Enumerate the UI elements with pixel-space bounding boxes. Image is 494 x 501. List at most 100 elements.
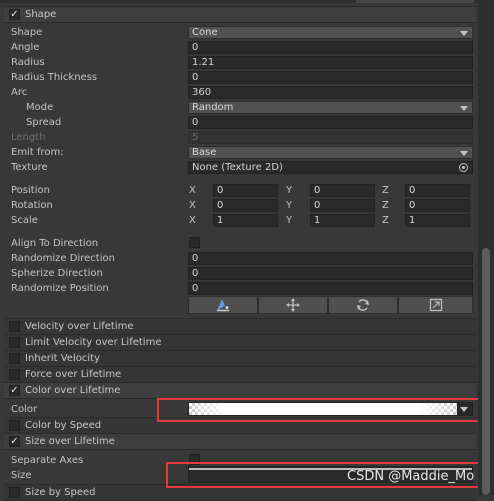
rotation-z-field[interactable]: 0 — [405, 199, 470, 212]
module-label-color: Color over Lifetime — [25, 385, 121, 396]
module-header-force-over-lifetime[interactable]: Force over Lifetime — [4, 366, 476, 383]
color-label: Color — [11, 404, 38, 415]
length-label: Length — [11, 132, 46, 143]
texture-field[interactable]: None (Texture 2D) — [188, 161, 473, 174]
align-to-direction-label: Align To Direction — [11, 238, 99, 249]
texture-label: Texture — [11, 162, 48, 173]
scale-y-value: 1 — [314, 215, 321, 226]
scale-y-field[interactable]: 1 — [310, 214, 375, 227]
rotation-x-label: X — [189, 200, 196, 211]
position-y-field[interactable]: 0 — [310, 184, 375, 197]
spherize-direction-label: Spherize Direction — [11, 268, 103, 279]
mode-dropdown[interactable]: Random — [188, 101, 473, 114]
angle-field[interactable]: 0 — [188, 41, 473, 54]
mode-value: Random — [192, 102, 234, 113]
scale-x-value: 1 — [217, 215, 224, 226]
scale-icon — [429, 298, 442, 312]
inherit-velocity-module-checkbox[interactable] — [9, 353, 20, 364]
randomize-direction-value: 0 — [192, 253, 199, 264]
rotation-y-field[interactable]: 0 — [310, 199, 375, 212]
radius-thickness-field[interactable]: 0 — [188, 71, 473, 84]
position-x-label: X — [189, 185, 196, 196]
edit-shape-button[interactable] — [188, 296, 258, 314]
shape-edit-icon — [217, 299, 229, 312]
object-picker-icon[interactable] — [459, 163, 468, 172]
emit-from-dropdown[interactable]: Base — [188, 146, 473, 159]
position-y-label: Y — [286, 185, 293, 196]
scale-tool-button[interactable] — [398, 296, 473, 314]
previous-module-edge — [356, 0, 474, 3]
rotation-label: Rotation — [11, 200, 53, 211]
length-value: 5 — [192, 132, 199, 143]
radius-value: 1.21 — [192, 57, 215, 68]
randomize-position-value: 0 — [192, 283, 199, 294]
texture-value: None (Texture 2D) — [192, 162, 283, 173]
angle-value: 0 — [192, 42, 199, 53]
rotate-tool-button[interactable] — [328, 296, 398, 314]
randomize-position-field[interactable]: 0 — [188, 282, 473, 295]
scrollbar-thumb[interactable] — [482, 248, 490, 495]
move-tool-button[interactable] — [258, 296, 328, 314]
emit-from-label: Emit from: — [11, 147, 64, 158]
rotation-y-label: Y — [286, 200, 293, 211]
rotation-z-label: Z — [382, 200, 389, 211]
shape-module-checkbox[interactable]: ✓ — [9, 9, 20, 20]
radius-thickness-value: 0 — [192, 72, 199, 83]
spherize-direction-field[interactable]: 0 — [188, 267, 473, 280]
arc-value: 360 — [192, 87, 212, 98]
separate-axes-label: Separate Axes — [11, 455, 84, 466]
spherize-direction-value: 0 — [192, 268, 199, 279]
rotation-z-value: 0 — [409, 200, 416, 211]
mode-label: Mode — [26, 102, 54, 113]
module-header-velocity-over-lifetime[interactable]: Velocity over Lifetime — [4, 318, 476, 335]
position-z-value: 0 — [409, 185, 416, 196]
module-label-limit-velocity: Limit Velocity over Lifetime — [25, 337, 162, 348]
color-module-checkbox[interactable]: ✓ — [9, 385, 20, 396]
shape-dropdown[interactable]: Cone — [188, 26, 473, 39]
position-label: Position — [11, 185, 50, 196]
module-header-inherit-velocity[interactable]: Inherit Velocity — [4, 350, 476, 367]
position-y-value: 0 — [314, 185, 321, 196]
module-label-color-by-speed: Color by Speed — [25, 420, 102, 431]
chevron-down-icon — [460, 151, 468, 156]
spread-label: Spread — [26, 117, 62, 128]
size-module-checkbox[interactable]: ✓ — [9, 436, 20, 447]
scale-x-label: X — [189, 215, 196, 226]
rotation-x-value: 0 — [217, 200, 224, 211]
spread-field[interactable]: 0 — [188, 116, 473, 129]
scale-z-field[interactable]: 1 — [405, 214, 470, 227]
vertical-scrollbar[interactable] — [478, 0, 494, 495]
module-label-size: Size over Lifetime — [25, 436, 115, 447]
chevron-down-icon — [460, 106, 468, 111]
radius-thickness-label: Radius Thickness — [11, 72, 98, 83]
emit-from-value: Base — [192, 147, 217, 158]
randomize-position-label: Randomize Position — [11, 283, 109, 294]
position-x-field[interactable]: 0 — [213, 184, 278, 197]
shape-label: Shape — [11, 27, 43, 38]
randomize-direction-field[interactable]: 0 — [188, 252, 473, 265]
module-label-inherit-velocity: Inherit Velocity — [25, 353, 100, 364]
module-header-size-over-lifetime[interactable]: ✓ Size over Lifetime — [4, 433, 476, 450]
module-header-limit-velocity[interactable]: Limit Velocity over Lifetime — [4, 334, 476, 351]
position-z-field[interactable]: 0 — [405, 184, 470, 197]
limit-velocity-module-checkbox[interactable] — [9, 337, 20, 348]
velocity-module-checkbox[interactable] — [9, 321, 20, 332]
randomize-direction-label: Randomize Direction — [11, 253, 115, 264]
arc-field[interactable]: 360 — [188, 86, 473, 99]
align-to-direction-checkbox[interactable] — [189, 237, 200, 248]
color-by-speed-module-checkbox[interactable] — [9, 420, 20, 431]
scale-x-field[interactable]: 1 — [213, 214, 278, 227]
move-icon — [286, 298, 300, 312]
length-field: 5 — [188, 131, 473, 144]
radius-field[interactable]: 1.21 — [188, 56, 473, 69]
rotation-x-field[interactable]: 0 — [213, 199, 278, 212]
size-by-speed-module-checkbox[interactable] — [9, 487, 20, 498]
watermark: CSDN @Maddie_Mo — [347, 469, 475, 484]
scale-y-label: Y — [286, 215, 293, 226]
highlight-box-color — [157, 398, 492, 422]
module-header-color-over-lifetime[interactable]: ✓ Color over Lifetime — [4, 382, 476, 399]
force-module-checkbox[interactable] — [9, 369, 20, 380]
scale-z-value: 1 — [409, 215, 416, 226]
module-header-shape[interactable]: ✓ Shape — [4, 6, 476, 23]
rotate-icon — [357, 299, 369, 311]
